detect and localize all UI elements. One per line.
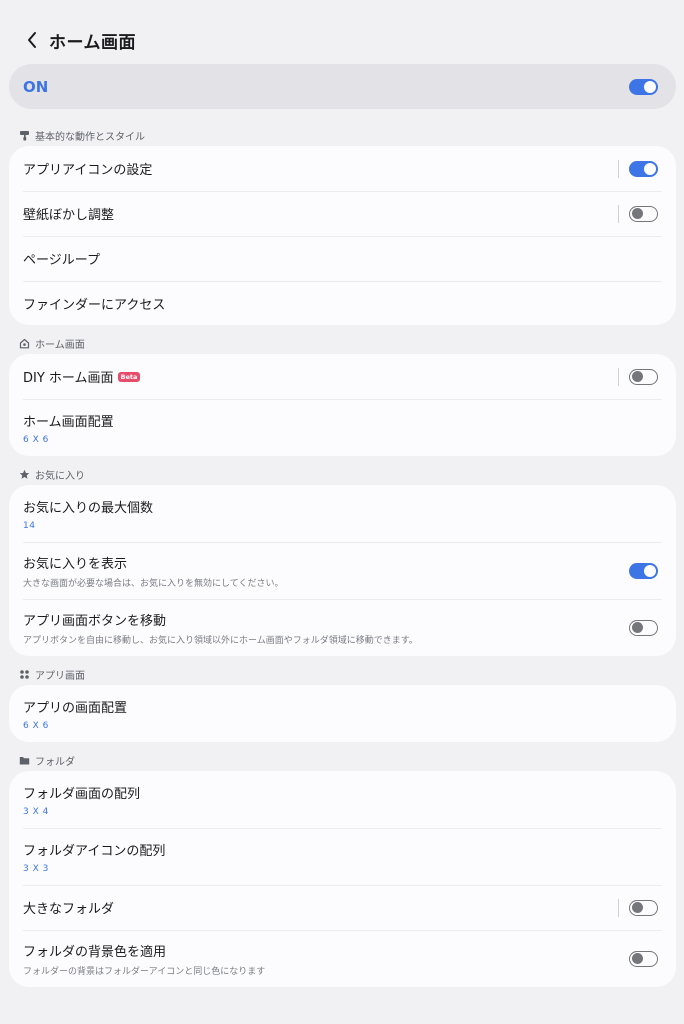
paint-roller-icon (18, 129, 30, 141)
setting-title: ファインダーにアクセス (23, 297, 166, 313)
setting-title: 大きなフォルダ (23, 902, 115, 917)
section-title: 基本的な動作とスタイル (35, 131, 145, 143)
master-toggle[interactable] (629, 78, 658, 95)
card-home: DIY ホーム画面 Beta ホーム画面配置 6 X 6 (9, 354, 676, 456)
card-folders: フォルダ画面の配列 3 X 4 フォルダアイコンの配列 3 X 3 大きなフォルダ … (9, 771, 676, 987)
setting-row-diy-home[interactable]: DIY ホーム画面 Beta (9, 354, 676, 399)
setting-row-wallpaper-blur[interactable]: 壁紙ぼかし調整 (9, 191, 676, 236)
setting-value: 6 X 6 (23, 720, 49, 731)
setting-row-apps-grid[interactable]: アプリの画面配置 6 X 6 (9, 685, 676, 742)
setting-title: 壁紙ぼかし調整 (23, 208, 115, 223)
divider (618, 204, 619, 223)
setting-subtitle: 大きな画面が必要な場合は、お気に入りを無効にしてください。 (23, 578, 284, 589)
divider (618, 367, 619, 386)
master-switch-label: ON (23, 77, 49, 96)
section-header-folders: フォルダ (18, 752, 75, 768)
card-apps: アプリの画面配置 6 X 6 (9, 685, 676, 742)
setting-row-folder-icon-grid[interactable]: フォルダアイコンの配列 3 X 3 (9, 828, 676, 885)
section-header-favorites: お気に入り (18, 466, 85, 482)
setting-row-folder-bg-color[interactable]: フォルダの背景色を適用フォルダーの背景はフォルダーアイコンと同じ色になります (9, 930, 676, 987)
section-header-basic: 基本的な動作とスタイル (18, 127, 145, 143)
setting-title: フォルダ画面の配列 (23, 786, 141, 802)
home-icon (18, 337, 30, 349)
toggle-app-icon[interactable] (629, 160, 658, 177)
setting-value: 3 X 4 (23, 806, 49, 817)
section-title: お気に入り (35, 470, 85, 482)
setting-title: フォルダの背景色を適用 (23, 944, 167, 960)
chevron-left-icon (28, 32, 36, 48)
section-title: ホーム画面 (35, 339, 85, 351)
setting-row-large-folder[interactable]: 大きなフォルダ (9, 885, 676, 930)
setting-title: アプリの画面配置 (23, 700, 128, 716)
section-title: フォルダ (35, 756, 75, 768)
settings-page: ホーム画面 ON 基本的な動作とスタイル アプリアイコンの設定 壁紙ぼかし調整 … (0, 0, 684, 1024)
toggle-move-apps-button[interactable] (629, 619, 658, 636)
setting-title: フォルダアイコンの配列 (23, 843, 166, 859)
folder-icon (18, 754, 30, 766)
setting-title: アプリ画面ボタンを移動 (23, 613, 167, 629)
setting-subtitle: フォルダーの背景はフォルダーアイコンと同じ色になります (23, 966, 266, 977)
toggle-wallpaper-blur[interactable] (629, 205, 658, 222)
setting-subtitle: アプリボタンを自由に移動し、お気に入り領域以外にホーム画面やフォルダ領域に移動で… (23, 635, 418, 646)
section-header-apps: アプリ画面 (18, 666, 85, 682)
section-header-home: ホーム画面 (18, 335, 85, 351)
setting-title: お気に入りを表示 (23, 556, 128, 572)
divider (618, 159, 619, 178)
star-icon (18, 468, 30, 480)
setting-row-home-grid[interactable]: ホーム画面配置 6 X 6 (9, 399, 676, 456)
setting-title: DIY ホーム画面 Beta (23, 367, 141, 386)
setting-row-finder-access[interactable]: ファインダーにアクセス (9, 281, 676, 325)
setting-value: 6 X 6 (23, 434, 49, 445)
setting-title-text: DIY ホーム画面 (23, 371, 114, 386)
setting-title: ページループ (23, 253, 100, 268)
section-title: アプリ画面 (35, 670, 85, 682)
setting-title: アプリアイコンの設定 (23, 163, 153, 178)
back-button[interactable] (12, 22, 52, 58)
setting-row-folder-grid[interactable]: フォルダ画面の配列 3 X 4 (9, 771, 676, 828)
setting-row-app-icon[interactable]: アプリアイコンの設定 (9, 146, 676, 191)
toggle-large-folder[interactable] (629, 899, 658, 916)
top-bar: ホーム画面 (0, 22, 684, 58)
setting-row-show-favorites[interactable]: お気に入りを表示大きな画面が必要な場合は、お気に入りを無効にしてください。 (9, 542, 676, 599)
setting-value: 3 X 3 (23, 863, 49, 874)
setting-title: お気に入りの最大個数 (23, 500, 154, 516)
card-favorites: お気に入りの最大個数 14 お気に入りを表示大きな画面が必要な場合は、お気に入りを… (9, 485, 676, 656)
divider (618, 898, 619, 917)
card-basic: アプリアイコンの設定 壁紙ぼかし調整 ページループ ファインダーにアクセス (9, 146, 676, 325)
toggle-folder-bg-color[interactable] (629, 950, 658, 967)
setting-title: ホーム画面配置 (23, 414, 114, 430)
apps-grid-icon (18, 668, 30, 680)
setting-row-move-apps-button[interactable]: アプリ画面ボタンを移動アプリボタンを自由に移動し、お気に入り領域以外にホーム画面… (9, 599, 676, 656)
setting-row-page-loop[interactable]: ページループ (9, 236, 676, 281)
master-switch-row[interactable]: ON (9, 64, 676, 109)
page-title: ホーム画面 (49, 32, 136, 53)
setting-row-favorites-max[interactable]: お気に入りの最大個数 14 (9, 485, 676, 542)
toggle-show-favorites[interactable] (629, 562, 658, 579)
toggle-diy-home[interactable] (629, 368, 658, 385)
setting-value: 14 (23, 520, 36, 531)
beta-badge: Beta (117, 371, 141, 382)
